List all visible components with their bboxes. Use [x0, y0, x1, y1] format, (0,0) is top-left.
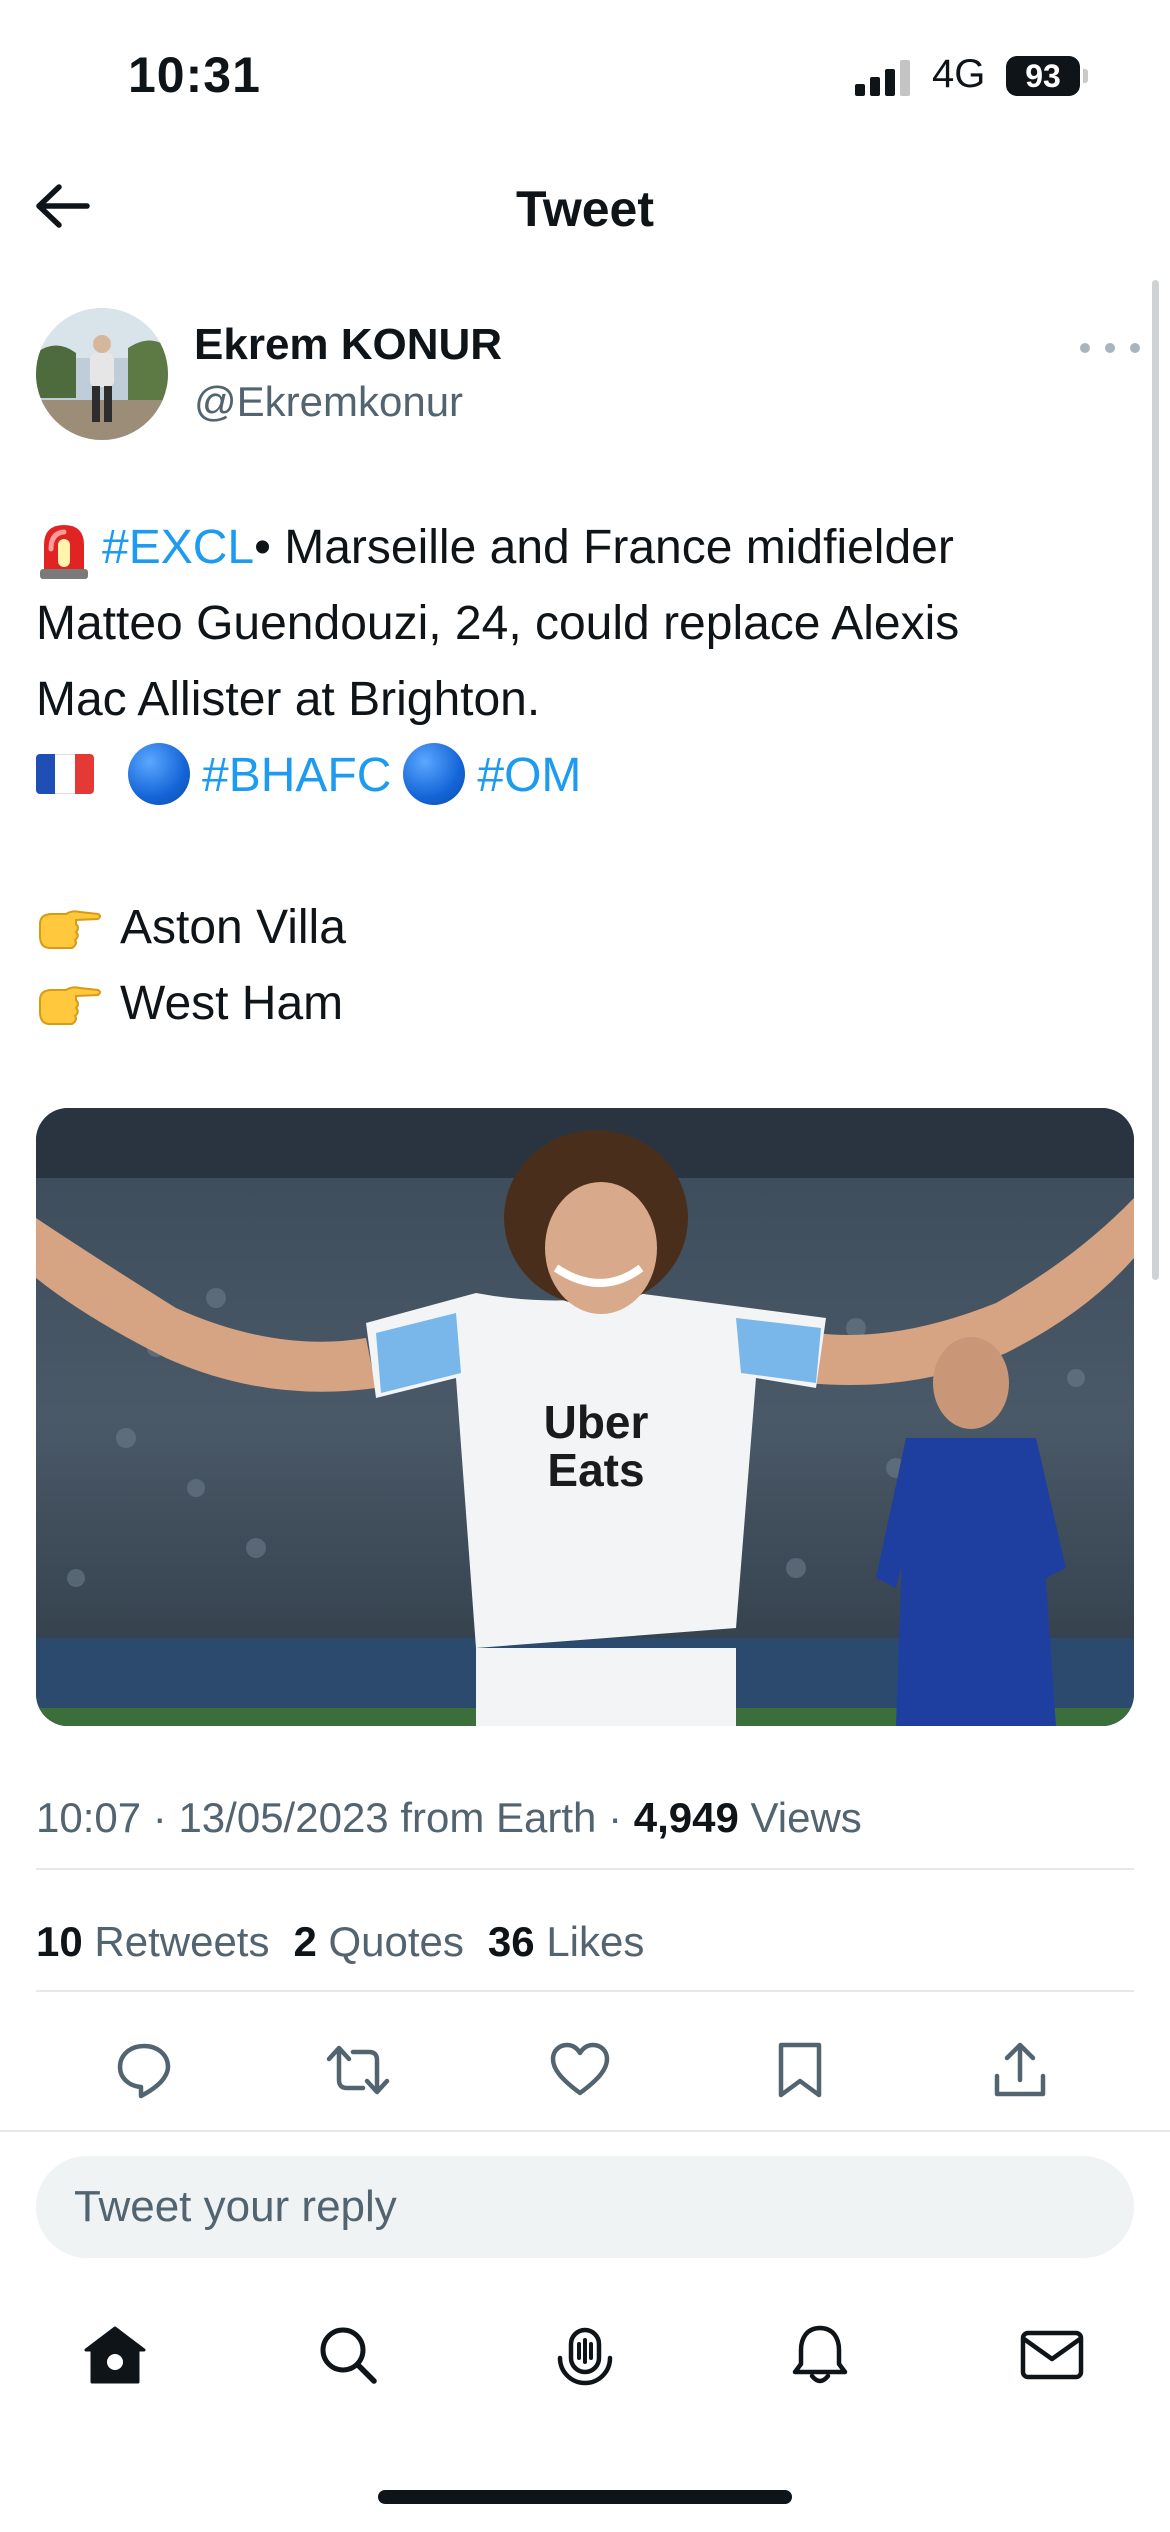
heart-icon	[550, 2042, 610, 2096]
tweet-line: #BHAFC #OM	[36, 738, 1126, 814]
quotes-stat[interactable]: 2 Quotes	[293, 1918, 463, 1965]
spaces-icon	[557, 2327, 613, 2386]
page-title: Tweet	[516, 181, 654, 237]
signal-strength-icon	[855, 60, 910, 96]
status-time: 10:31	[128, 47, 261, 103]
hashtag-om[interactable]: #OM	[477, 749, 581, 802]
tweet-time: 10:07	[36, 1794, 142, 1841]
views-label[interactable]: Views	[751, 1794, 862, 1841]
likes-count: 36	[487, 1918, 535, 1965]
author-name[interactable]: Ekrem KONUR	[194, 320, 502, 370]
like-button[interactable]	[540, 2030, 620, 2110]
tab-spaces[interactable]	[540, 2310, 630, 2400]
bell-icon	[792, 2325, 848, 2384]
meta-separator: ·	[608, 1794, 623, 1841]
shirt-sponsor-line1: Uber	[544, 1396, 649, 1448]
share-button[interactable]	[980, 2030, 1060, 2110]
divider	[36, 1868, 1134, 1870]
tab-messages[interactable]	[1007, 2310, 1097, 2400]
more-horizontal-icon	[1080, 343, 1090, 353]
likes-stat[interactable]: 36 Likes	[488, 1918, 644, 1965]
bookmark-icon	[778, 2042, 822, 2098]
views-count[interactable]: 4,949	[634, 1794, 739, 1841]
tweet-text-line1: • Marseille and France midfielder	[254, 521, 954, 574]
quotes-count: 2	[293, 1918, 317, 1965]
tweet-line: West Ham	[36, 966, 1126, 1042]
tab-home[interactable]	[70, 2310, 160, 2400]
likes-label: Likes	[546, 1918, 645, 1965]
tweet-meta: 10:07 · 13/05/2023 from Earth · 4,949 Vi…	[36, 1794, 862, 1842]
siren-emoji-icon	[40, 525, 88, 580]
home-icon	[84, 2326, 146, 2384]
france-flag-icon	[36, 754, 94, 795]
tweet-media-image[interactable]: Uber Eats	[36, 1108, 1134, 1726]
author-handle[interactable]: @Ekremkonur	[194, 378, 463, 426]
mail-icon	[1020, 2330, 1084, 2380]
tweet-text-line2: Matteo Guendouzi, 24, could replace Alex…	[36, 597, 960, 650]
tweet-line: #EXCL• Marseille and France midfielder	[36, 510, 1126, 586]
bookmark-button[interactable]	[760, 2030, 840, 2110]
search-icon	[320, 2327, 377, 2384]
tweet-line: Aston Villa	[36, 890, 1126, 966]
pointing-hand-emoji-icon	[39, 986, 101, 1026]
divider	[36, 1990, 1134, 1992]
quotes-label: Quotes	[328, 1918, 464, 1965]
retweet-icon	[326, 2045, 390, 2095]
blue-circle-icon	[128, 743, 190, 806]
avatar-photo	[36, 308, 168, 440]
reply-button[interactable]	[104, 2030, 184, 2110]
share-icon	[994, 2042, 1046, 2097]
tweet-text-line5: Aston Villa	[120, 901, 346, 954]
retweets-count: 10	[36, 1918, 83, 1965]
retweets-stat[interactable]: 10 Retweets	[36, 1918, 269, 1965]
tweet-text-line6: West Ham	[120, 977, 344, 1030]
reply-input[interactable]	[36, 2156, 1134, 2258]
hashtag-excl[interactable]: #EXCL	[102, 521, 254, 574]
scrollbar[interactable]	[1152, 280, 1159, 1280]
status-bar: 10:31 4G 93	[0, 0, 1170, 150]
more-options-button[interactable]	[1080, 330, 1140, 366]
battery-tip	[1083, 69, 1088, 83]
tweet-actions	[36, 2030, 1134, 2110]
tweet-stats: 10 Retweets 2 Quotes 36 Likes	[36, 1918, 668, 1966]
home-indicator[interactable]	[378, 2490, 792, 2504]
divider	[0, 2130, 1170, 2132]
retweet-button[interactable]	[318, 2030, 398, 2110]
network-label: 4G	[932, 52, 986, 96]
reply-box[interactable]	[36, 2156, 1134, 2258]
pointing-hand-emoji-icon	[39, 910, 101, 950]
retweets-label: Retweets	[94, 1918, 270, 1965]
tab-notifications[interactable]	[775, 2310, 865, 2400]
footballer-celebration-photo: Uber Eats	[36, 1108, 1134, 1726]
bottom-tab-bar	[0, 2310, 1170, 2410]
shirt-sponsor-line2: Eats	[547, 1444, 644, 1496]
avatar[interactable]	[36, 308, 168, 440]
blue-circle-icon	[403, 743, 466, 806]
tweet-text-line3: Mac Allister at Brighton.	[36, 673, 541, 726]
top-header: Tweet	[0, 150, 1170, 270]
tab-search[interactable]	[303, 2310, 393, 2400]
meta-separator: ·	[152, 1794, 167, 1841]
tweet-source: from Earth	[400, 1794, 597, 1841]
hashtag-bhafc[interactable]: #BHAFC	[202, 749, 391, 802]
tweet-body: #EXCL• Marseille and France midfielder M…	[36, 510, 1126, 1042]
comment-icon	[117, 2043, 171, 2099]
tweet-date: 13/05/2023	[178, 1794, 389, 1841]
battery-icon: 93	[1006, 56, 1080, 96]
